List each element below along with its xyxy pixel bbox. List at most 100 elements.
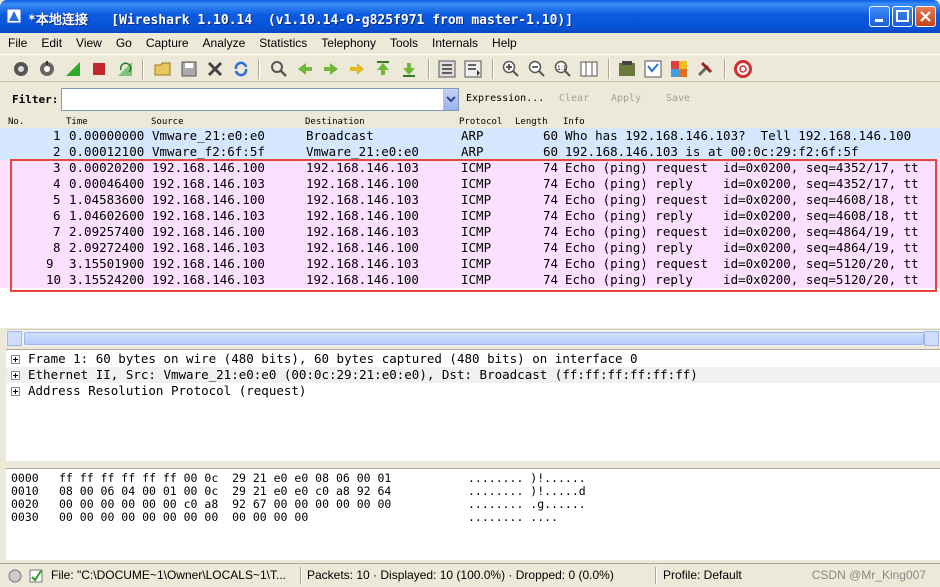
tree-item-frame[interactable]: Frame 1: 60 bytes on wire (480 bits), 60… (6, 351, 940, 367)
packet-row[interactable]: 10 3.15524200 192.168.146.103 192.168.14… (0, 272, 940, 288)
menu-file[interactable]: File (8, 36, 27, 50)
expand-icon[interactable] (11, 387, 20, 396)
packet-row[interactable]: 7 2.09257400 192.168.146.100 192.168.146… (0, 224, 940, 240)
menu-analyze[interactable]: Analyze (203, 36, 246, 50)
column-protocol[interactable]: Protocol (459, 117, 502, 127)
packet-time: 2.09272400 (69, 240, 145, 255)
filter-toolbar: Filter: Expression... Clear Apply Save (0, 84, 940, 115)
tree-item-ethernet[interactable]: Ethernet II, Src: Vmware_21:e0:e0 (00:0c… (6, 367, 940, 383)
packet-row[interactable]: 3 0.00020200 192.168.146.100 192.168.146… (0, 160, 940, 176)
autoscroll-icon[interactable] (464, 60, 482, 78)
packet-info: Echo (ping) request id=0x0200, seq=4608/… (565, 192, 919, 207)
column-info[interactable]: Info (563, 117, 585, 127)
expand-icon[interactable] (11, 355, 20, 364)
expand-icon[interactable] (11, 371, 20, 380)
packet-row[interactable]: 5 1.04583600 192.168.146.100 192.168.146… (0, 192, 940, 208)
zoom-out-icon[interactable] (528, 60, 546, 78)
normal-size-icon[interactable]: 1:1 (554, 60, 572, 78)
packet-list-hscrollbar[interactable] (6, 329, 940, 346)
packet-protocol: ICMP (461, 256, 492, 271)
packet-length: 74 (543, 256, 559, 271)
scroll-right-button[interactable] (924, 331, 939, 346)
interfaces-icon[interactable] (12, 60, 30, 78)
go-first-icon[interactable] (374, 60, 392, 78)
status-profile[interactable]: Profile: Default (663, 568, 742, 582)
display-filters-icon[interactable] (644, 60, 662, 78)
find-packet-icon[interactable] (270, 60, 288, 78)
packet-destination: 192.168.146.103 (306, 256, 419, 271)
coloring-rules-icon[interactable] (670, 60, 688, 78)
expert-info-icon[interactable] (8, 569, 22, 583)
packet-list[interactable]: 1 0.00000000 Vmware_21:e0:e0 Broadcast A… (0, 128, 940, 328)
menu-go[interactable]: Go (116, 36, 132, 50)
reload-icon[interactable] (232, 60, 250, 78)
go-last-icon[interactable] (400, 60, 418, 78)
colorize-icon[interactable] (438, 60, 456, 78)
start-capture-icon[interactable] (64, 60, 82, 78)
packet-row[interactable]: 8 2.09272400 192.168.146.103 192.168.146… (0, 240, 940, 256)
minimize-button[interactable] (869, 6, 890, 27)
bytes-ascii[interactable]: ........ .... (468, 511, 558, 524)
menu-tools[interactable]: Tools (390, 36, 418, 50)
tree-item-label: Address Resolution Protocol (request) (28, 383, 307, 398)
options-icon[interactable] (38, 60, 56, 78)
packet-info: 192.168.146.103 is at 00:0c:29:f2:6f:5f (565, 144, 859, 159)
go-to-packet-icon[interactable] (348, 60, 366, 78)
packet-row[interactable]: 4 0.00046400 192.168.146.103 192.168.146… (0, 176, 940, 192)
capture-filters-icon[interactable] (618, 60, 636, 78)
scrollbar-thumb[interactable] (24, 332, 924, 345)
resize-columns-icon[interactable] (580, 60, 598, 78)
menu-help[interactable]: Help (492, 36, 517, 50)
packet-bytes-pane[interactable]: 0000 ff ff ff ff ff ff 00 0c 29 21 e0 e0… (6, 468, 940, 560)
menu-capture[interactable]: Capture (146, 36, 189, 50)
zoom-in-icon[interactable] (502, 60, 520, 78)
close-file-icon[interactable] (206, 60, 224, 78)
bytes-hex[interactable]: 00 00 00 00 00 00 00 00 00 00 00 00 (59, 511, 308, 524)
toolbar-separator (258, 59, 260, 79)
packet-destination: 192.168.146.100 (306, 176, 419, 191)
expression-button[interactable]: Expression... (466, 93, 544, 104)
help-icon[interactable] (734, 60, 752, 78)
menu-internals[interactable]: Internals (432, 36, 478, 50)
capture-comments-icon[interactable] (28, 568, 44, 584)
column-no[interactable]: No. (8, 117, 24, 127)
restart-capture-icon[interactable] (116, 60, 134, 78)
tree-item-arp[interactable]: Address Resolution Protocol (request) (6, 383, 940, 399)
column-source[interactable]: Source (151, 117, 184, 127)
go-forward-icon[interactable] (322, 60, 340, 78)
title-bar[interactable]: *本地连接 [Wireshark 1.10.14 (v1.10.14-0-g82… (0, 0, 940, 33)
save-file-icon[interactable] (180, 60, 198, 78)
column-length[interactable]: Length (515, 117, 548, 127)
packet-time: 1.04602600 (69, 208, 145, 223)
column-destination[interactable]: Destination (305, 117, 365, 127)
clear-button[interactable]: Clear (559, 93, 589, 104)
menu-telephony[interactable]: Telephony (321, 36, 376, 50)
packet-row[interactable]: 1 0.00000000 Vmware_21:e0:e0 Broadcast A… (0, 128, 940, 144)
packet-destination: Broadcast (306, 128, 374, 143)
menu-edit[interactable]: Edit (41, 36, 62, 50)
packet-protocol: ARP (461, 144, 484, 159)
menu-view[interactable]: View (76, 36, 102, 50)
toolbar-separator (492, 59, 494, 79)
menu-statistics[interactable]: Statistics (259, 36, 307, 50)
filter-dropdown-button[interactable] (443, 89, 458, 110)
column-time[interactable]: Time (66, 117, 88, 127)
packet-source: 192.168.146.100 (152, 192, 265, 207)
packet-row[interactable]: 6 1.04602600 192.168.146.103 192.168.146… (0, 208, 940, 224)
apply-button[interactable]: Apply (611, 93, 641, 104)
preferences-icon[interactable] (696, 60, 714, 78)
display-filter-input[interactable] (61, 88, 459, 111)
status-counts: Packets: 10 · Displayed: 10 (100.0%) · D… (307, 568, 614, 582)
open-file-icon[interactable] (154, 60, 172, 78)
go-back-icon[interactable] (296, 60, 314, 78)
packet-row[interactable]: 9 3.15501900 192.168.146.100 192.168.146… (0, 256, 940, 272)
packet-no: 9 (46, 256, 54, 271)
packet-row[interactable]: 2 0.00012100 Vmware_f2:6f:5f Vmware_21:e… (0, 144, 940, 160)
close-button[interactable] (915, 6, 936, 27)
save-filter-button[interactable]: Save (666, 93, 690, 104)
maximize-button[interactable] (892, 6, 913, 27)
stop-capture-icon[interactable] (90, 60, 108, 78)
packet-details-pane[interactable]: Frame 1: 60 bytes on wire (480 bits), 60… (6, 349, 940, 461)
scroll-left-button[interactable] (7, 331, 22, 346)
packet-info: Echo (ping) request id=0x0200, seq=4864/… (565, 224, 919, 239)
